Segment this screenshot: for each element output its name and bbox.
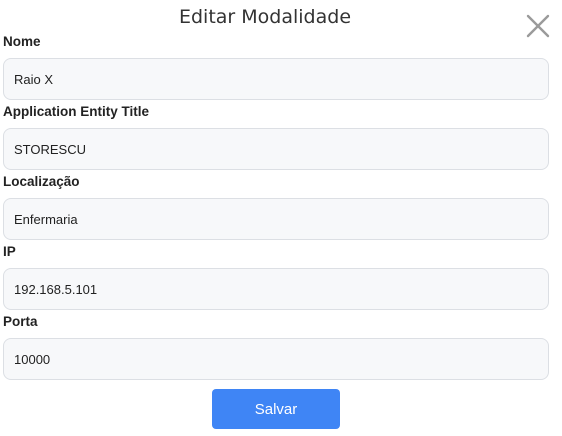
field-ip: IP	[3, 244, 549, 310]
nome-input[interactable]	[3, 58, 549, 100]
ip-input[interactable]	[3, 268, 549, 310]
ip-label: IP	[3, 244, 16, 259]
field-localizacao: Localização	[3, 174, 549, 240]
modal-title: Editar Modalidade	[178, 6, 352, 28]
porta-input[interactable]	[3, 338, 549, 380]
localizacao-label: Localização	[3, 174, 80, 189]
save-button[interactable]: Salvar	[212, 389, 340, 429]
field-ae-title: Application Entity Title	[3, 104, 549, 170]
ae-title-label: Application Entity Title	[3, 104, 150, 119]
porta-label: Porta	[3, 314, 38, 329]
ae-title-input[interactable]	[3, 128, 549, 170]
field-porta: Porta	[3, 314, 549, 380]
field-nome: Nome	[3, 34, 549, 100]
nome-label: Nome	[3, 34, 41, 49]
localizacao-input[interactable]	[3, 198, 549, 240]
